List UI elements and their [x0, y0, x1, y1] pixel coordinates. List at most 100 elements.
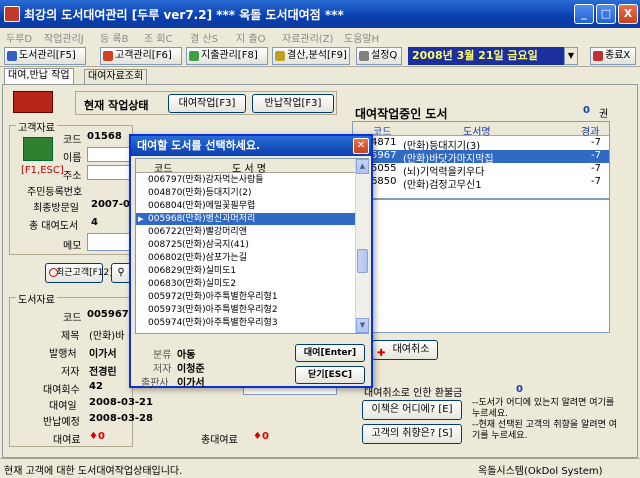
work-status-label: 현재 작업상태 [84, 99, 149, 112]
customer-icon [23, 137, 53, 161]
rent-count-value: 42 [89, 381, 103, 392]
close-button[interactable]: X [618, 4, 638, 24]
table-row[interactable]: 006802 (만화)삼포가는길 [136, 252, 355, 264]
settings-button[interactable]: 설정Q [356, 47, 402, 65]
customers-button[interactable]: 고객관리[F6] [100, 47, 182, 65]
table-row[interactable]: 006829 (만화)실미도1 [136, 265, 355, 277]
chart-icon [275, 51, 285, 61]
table-row[interactable]: 005974 (만화)아주특별한우리형3 [136, 317, 355, 329]
customer-name-field[interactable] [87, 147, 131, 162]
fee-label: 대여료 [53, 435, 81, 446]
menu-register[interactable]: 등 록B [100, 30, 128, 45]
maximize-button[interactable]: □ [596, 4, 616, 24]
menu-settle[interactable]: 결 산S [190, 30, 218, 45]
table-row[interactable]: 4871 (만화)등대지기(3) -7 [353, 137, 609, 152]
book-select-table[interactable]: 코드 도 서 명 006797 (만화)감자먹는사람들 004870 (만화)등대지… [135, 158, 369, 334]
dialog-info: 분류 아동 저자 이청준 출판사 이가서 대여[Enter] 닫기[ESC] [135, 338, 369, 389]
expense-button[interactable]: 지출관리[F8] [186, 47, 268, 65]
book-code-value: 005967 [87, 309, 129, 320]
book-select-dialog: 대여할 도서를 선택하세요. ✕ 코드 도 서 명 006797 (만화)감자먹는… [129, 134, 373, 389]
date-display[interactable]: 2008년 3월 21일 금요일 ▼ [408, 47, 578, 65]
table-row[interactable]: 006722 (만화)빨강머리앤 [136, 226, 355, 238]
category-label: 분류 [153, 350, 172, 361]
table-row[interactable]: 006830 (만화)실미도2 [136, 278, 355, 290]
minimize-button[interactable]: _ [574, 4, 594, 24]
customer-addr-field[interactable] [87, 165, 131, 180]
table-row[interactable]: 005973 (만화)아주특별한우리형2 [136, 304, 355, 316]
scroll-up-icon[interactable]: ▲ [356, 159, 369, 174]
tab-rent-query[interactable]: 대여자료조회 [84, 69, 148, 85]
dialog-scrollbar[interactable]: ▲ ▼ [355, 159, 369, 333]
dialog-close-button[interactable]: 닫기[ESC] [295, 366, 365, 384]
table-row[interactable]: ▶ 005968 (만화)병신과머저리 [136, 213, 355, 225]
table-row[interactable]: 004870 (만화)등대지기(2) [136, 187, 355, 199]
dialog-close-icon[interactable]: ✕ [353, 138, 369, 154]
publisher-label: 발행처 [49, 349, 77, 360]
where-book-button[interactable]: 이책은 어디에? [E] [362, 400, 462, 420]
col-days: 경과 [581, 127, 600, 138]
table-row[interactable]: 005972 (만화)아주특별한우리형1 [136, 291, 355, 303]
rented-table-empty-area[interactable] [352, 199, 610, 333]
rent-mode-button[interactable]: 대여작업[F3] [168, 94, 246, 113]
last-visit-label: 최종방문일 [33, 203, 79, 214]
customer-name-label: 이름 [63, 153, 82, 164]
customer-taste-desc: --현재 선택된 고객의 취향을 알려면 여기를 누르세요. [472, 420, 618, 441]
table-row[interactable]: 008725 (만화)삼국지(41) [136, 239, 355, 251]
menu-data[interactable]: 자료관리(Z) [282, 30, 333, 45]
cancel-icon: ✚ [377, 348, 386, 359]
scroll-thumb[interactable] [357, 249, 368, 273]
scroll-down-icon[interactable]: ▼ [356, 318, 369, 333]
memo-field[interactable] [87, 233, 131, 251]
total-rented-value: 4 [91, 217, 98, 228]
menu-expense[interactable]: 지 출O [236, 30, 265, 45]
tab-rent-return[interactable]: 대여,반납 작업 [4, 68, 74, 84]
status-bar: 현재 고객에 대한 도서대여작업상태입니다. 옥돌시스템(OkDol Syste… [0, 458, 640, 478]
book-code-label: 코드 [63, 313, 82, 324]
customer-group-title: 고객자료 [16, 119, 57, 134]
menu-help[interactable]: 도움말H [344, 30, 379, 45]
status-company: 옥돌시스템(OkDol System) [478, 466, 603, 477]
menu-query[interactable]: 조 회C [144, 30, 173, 45]
tab-strip: 대여,반납 작업 대여자료조회 [0, 67, 640, 85]
total-rented-label: 총 대여도서 [29, 221, 79, 232]
due-date-label: 반납예정 [43, 417, 80, 428]
books-button[interactable]: 도서관리[F5] [4, 47, 86, 65]
status-text: 현재 고객에 대한 도서대여작업상태입니다. [4, 466, 183, 477]
author-value: 전경린 [89, 367, 117, 378]
menu-work[interactable]: 작업관리J [44, 30, 84, 45]
coin-icon: ♦ [253, 431, 262, 442]
binoculars-icon[interactable]: ⚲ [111, 263, 131, 283]
recent-customer-button[interactable]: 최근고객[F12] [45, 263, 113, 283]
coin-icon: ♦ [89, 431, 98, 442]
app-logo [13, 91, 53, 113]
customer-taste-button[interactable]: 고객의 취향은? [S] [362, 424, 462, 444]
col-code: 코드 [154, 164, 173, 175]
cancel-rent-button[interactable]: ✚ 대여취소 [372, 340, 438, 360]
return-mode-button[interactable]: 반납작업[F3] [252, 94, 334, 113]
dialog-author-value: 이청준 [177, 364, 205, 375]
table-row[interactable]: 5967 (만화)바닷가마지막집 -7 [353, 150, 609, 165]
rented-count: 0 [583, 105, 590, 116]
settle-button[interactable]: 결산,분석[F9] [272, 47, 350, 65]
table-row[interactable]: 006804 (만화)메밀꽃필무렵 [136, 200, 355, 212]
exit-button[interactable]: 종료X [590, 47, 636, 65]
table-row[interactable]: 6850 (만화)검정고무신1 -7 [353, 176, 609, 191]
work-status-bar: 현재 작업상태 대여작업[F3] 반납작업[F3] [75, 91, 337, 115]
app-icon [4, 6, 20, 22]
menu-duru[interactable]: 두루D [6, 30, 32, 45]
regno-label: 주민등록번호 [27, 187, 83, 198]
chevron-down-icon[interactable]: ▼ [564, 47, 578, 65]
rented-unit: 권 [599, 109, 609, 120]
customer-code-value: 01568 [87, 131, 122, 142]
author-label: 저자 [61, 367, 80, 378]
table-row[interactable]: 5055 (뇌)기억력을키우다 -7 [353, 163, 609, 178]
title-bar: 최강의 도서대여관리 [두루 ver7.2] *** 옥돌 도서대여점 *** … [0, 0, 640, 28]
table-row[interactable]: 006797 (만화)감자먹는사람들 [136, 174, 355, 186]
dialog-author-label: 저자 [153, 364, 172, 375]
total-fee-value: ♦0 [253, 431, 269, 442]
dialog-rent-button[interactable]: 대여[Enter] [295, 344, 365, 362]
rented-table[interactable]: 코드 도서명 경과 4871 (만화)등대지기(3) -7 5967 (만화)바… [352, 121, 610, 199]
expense-icon [189, 51, 199, 61]
book-select-header: 코드 도 서 명 [136, 159, 355, 175]
clock-icon [49, 268, 58, 277]
